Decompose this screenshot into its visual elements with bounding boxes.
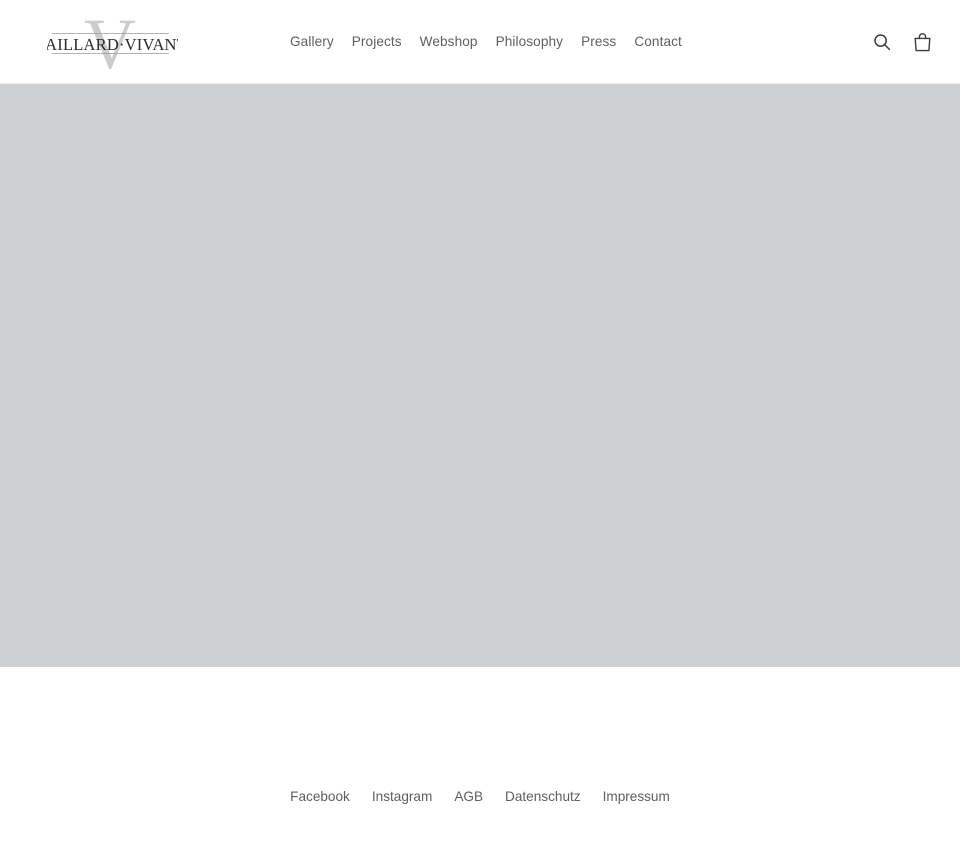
- site-logo[interactable]: V GAILLARD·VIVANT GAILLARD VIVANT: [47, 6, 178, 78]
- cart-button[interactable]: [910, 30, 934, 54]
- nav-link-gallery[interactable]: Gallery: [290, 34, 343, 50]
- footer-link-impressum[interactable]: Impressum: [592, 789, 681, 805]
- footer-link-instagram[interactable]: Instagram: [361, 789, 443, 805]
- footer-navigation: Facebook Instagram AGB Datenschutz Impre…: [0, 789, 960, 805]
- site-header: V GAILLARD·VIVANT GAILLARD VIVANT Galler…: [0, 0, 960, 84]
- footer-link-facebook[interactable]: Facebook: [279, 789, 361, 805]
- search-button[interactable]: [870, 30, 894, 54]
- footer-link-datenschutz[interactable]: Datenschutz: [494, 789, 592, 805]
- header-actions: [870, 0, 934, 84]
- hero-image-placeholder: [0, 84, 960, 667]
- search-icon: [874, 34, 891, 51]
- shopping-bag-icon: [914, 33, 930, 52]
- nav-link-webshop[interactable]: Webshop: [411, 34, 487, 50]
- site-logo-label: GAILLARD VIVANT: [47, 78, 48, 79]
- nav-link-contact[interactable]: Contact: [625, 34, 691, 50]
- nav-link-press[interactable]: Press: [572, 34, 625, 50]
- footer-link-agb[interactable]: AGB: [443, 789, 494, 805]
- nav-link-projects[interactable]: Projects: [343, 34, 411, 50]
- svg-text:GAILLARD·VIVANT: GAILLARD·VIVANT: [47, 35, 178, 54]
- site-footer: Facebook Instagram AGB Datenschutz Impre…: [0, 667, 960, 854]
- page-root: V GAILLARD·VIVANT GAILLARD VIVANT Galler…: [0, 0, 960, 854]
- nav-link-philosophy[interactable]: Philosophy: [487, 34, 573, 50]
- main-navigation: Gallery Projects Webshop Philosophy Pres…: [290, 0, 691, 84]
